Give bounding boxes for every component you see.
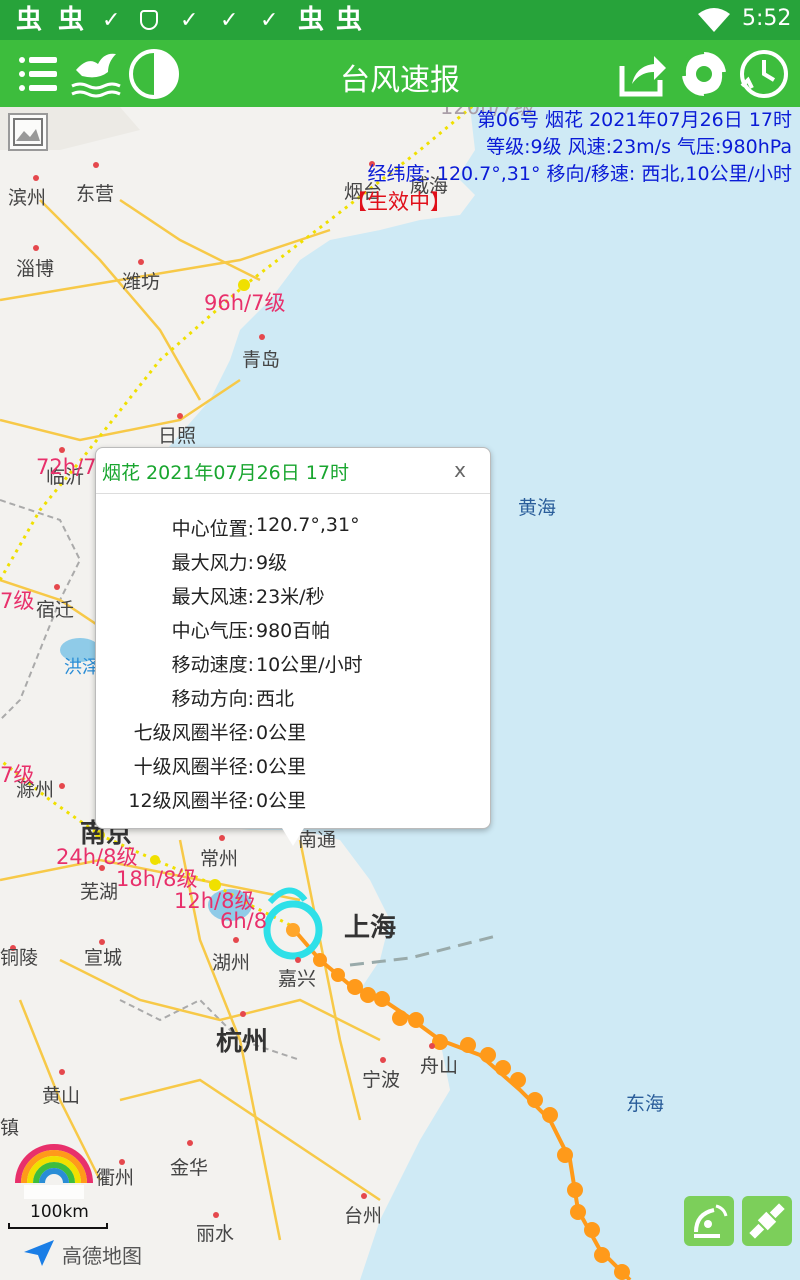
satellite-icon — [749, 1203, 785, 1239]
city-label: 东营 — [76, 183, 115, 205]
detail-key: 七级风圈半径: — [133, 722, 254, 744]
share-icon[interactable] — [614, 46, 670, 102]
detail-value: 23米/秒 — [256, 586, 325, 608]
detail-value: 西北 — [256, 688, 295, 710]
check-icon: ✓ — [102, 8, 121, 33]
map-scale-bar — [8, 1223, 108, 1229]
city-label: 湖州 — [212, 952, 251, 974]
summary-line-2: 等级:9级 风速:23m/s 气压:980hPa — [486, 136, 792, 158]
history-clock-icon[interactable] — [736, 46, 792, 102]
sea-label: 黄海 — [518, 497, 557, 519]
track-label: 96h/7级 — [204, 291, 286, 315]
city-label: 芜湖 — [80, 881, 119, 903]
clock: 5:52 — [742, 6, 792, 31]
status-badge: 【生效中】 — [346, 190, 451, 214]
detail-key: 十级风圈半径: — [133, 756, 254, 778]
detail-row: 七级风圈半径: 0公里 — [96, 718, 490, 752]
popup-body: 中心位置: 120.7°,31° 最大风力: 9级 最大风速: 23米/秒 中心气压:… — [96, 494, 490, 820]
detail-row: 中心位置: 120.7°,31° — [96, 514, 490, 548]
track-label: 7级 — [0, 589, 35, 613]
detail-value: 120.7°,31° — [256, 514, 360, 536]
city-label: 嘉兴 — [278, 968, 317, 990]
popup-header: 烟花 2021年07月26日 17时 x — [96, 448, 490, 494]
summary-line-1: 第06号 烟花 2021年07月26日 17时 — [476, 109, 792, 131]
detail-row: 移动速度: 10公里/小时 — [96, 650, 490, 684]
detail-row: 最大风力: 9级 — [96, 548, 490, 582]
detail-row: 最大风速: 23米/秒 — [96, 582, 490, 616]
city-label: 日照 — [158, 425, 197, 447]
city-label: 黄山 — [42, 1085, 81, 1107]
detail-key: 移动方向: — [171, 688, 254, 710]
map-provider-logo: 高德地图 — [62, 1244, 142, 1268]
summary-line-3: 经纬度: 120.7°,31° 移向/移速: 西北,10公里/小时 — [367, 163, 792, 185]
typhoon-icon[interactable] — [676, 46, 732, 102]
city-label: 滨州 — [8, 187, 47, 209]
detail-value: 980百帕 — [256, 620, 331, 642]
app-notification-icon: 虫 — [336, 5, 363, 35]
detail-row: 移动方向: 西北 — [96, 684, 490, 718]
detail-key: 中心位置: — [171, 518, 254, 540]
detail-value: 10公里/小时 — [256, 654, 363, 676]
city-label: 常州 — [200, 848, 239, 870]
detail-key: 12级风圈半径: — [128, 790, 254, 812]
detail-key: 中心气压: — [171, 620, 254, 642]
check-icon: ✓ — [180, 8, 199, 33]
detail-value: 0公里 — [256, 756, 307, 778]
detail-value: 0公里 — [256, 790, 307, 812]
popup-pointer — [282, 828, 304, 846]
city-label: 上海 — [344, 913, 397, 943]
popup-title: 烟花 2021年07月26日 17时 — [102, 462, 349, 484]
city-label: 杭州 — [216, 1027, 269, 1057]
detail-key: 移动速度: — [171, 654, 254, 676]
detail-row: 12级风圈半径: 0公里 — [96, 786, 490, 820]
track-label: 72h/7 — [36, 455, 97, 479]
navigation-arrow-icon — [24, 1240, 54, 1266]
radar-icon — [694, 1204, 728, 1238]
city-label: 丽水 — [196, 1223, 235, 1245]
typhoon-detail-popup: 烟花 2021年07月26日 17时 x 中心位置: 120.7°,31° 最大风… — [95, 447, 491, 846]
app-notification-icon: 虫 — [58, 5, 85, 35]
city-label: 潍坊 — [122, 271, 161, 293]
close-button[interactable]: x — [454, 458, 466, 482]
check-icon: ✓ — [260, 8, 279, 33]
track-label: 6h/8 — [220, 909, 268, 933]
city-label: 铜陵 — [0, 947, 39, 969]
rainbow-logo-icon[interactable] — [14, 1131, 94, 1203]
detail-row: 中心气压: 980百帕 — [96, 616, 490, 650]
check-icon: ✓ — [220, 8, 239, 33]
map-scale-label: 100km — [30, 1202, 89, 1222]
image-layer-icon — [13, 118, 43, 146]
track-label: 7级 — [0, 763, 35, 787]
satellite-button[interactable] — [742, 1196, 792, 1246]
detail-value: 9级 — [256, 552, 288, 574]
city-label: 金华 — [170, 1157, 209, 1179]
typhoon-summary-overlay: 第06号 烟花 2021年07月26日 17时 等级:9级 风速:23m/s 气… — [367, 107, 792, 188]
city-label: 台州 — [344, 1205, 383, 1227]
city-label: 宿迁 — [36, 599, 75, 621]
radar-button[interactable] — [684, 1196, 734, 1246]
map-layer-button[interactable] — [8, 113, 48, 151]
city-label: 宁波 — [362, 1069, 401, 1091]
detail-key: 最大风力: — [171, 552, 254, 574]
detail-value: 0公里 — [256, 722, 307, 744]
app-notification-icon: 虫 — [298, 5, 325, 35]
status-bar: 虫 虫 ✓ ✓ ✓ ✓ 虫 虫 5:52 — [0, 0, 800, 40]
detail-row: 十级风圈半径: 0公里 — [96, 752, 490, 786]
app-notification-icon: 虫 — [16, 5, 43, 35]
city-label: 衢州 — [96, 1167, 135, 1189]
shield-icon — [140, 10, 158, 30]
sea-label: 东海 — [626, 1093, 665, 1115]
city-label: 宣城 — [84, 947, 123, 969]
app-bar: 台风速报 — [0, 40, 800, 107]
city-label: 淄博 — [16, 258, 55, 280]
detail-key: 最大风速: — [171, 586, 254, 608]
city-label: 舟山 — [420, 1055, 459, 1077]
city-label: 青岛 — [242, 349, 281, 371]
wifi-icon — [698, 8, 730, 32]
